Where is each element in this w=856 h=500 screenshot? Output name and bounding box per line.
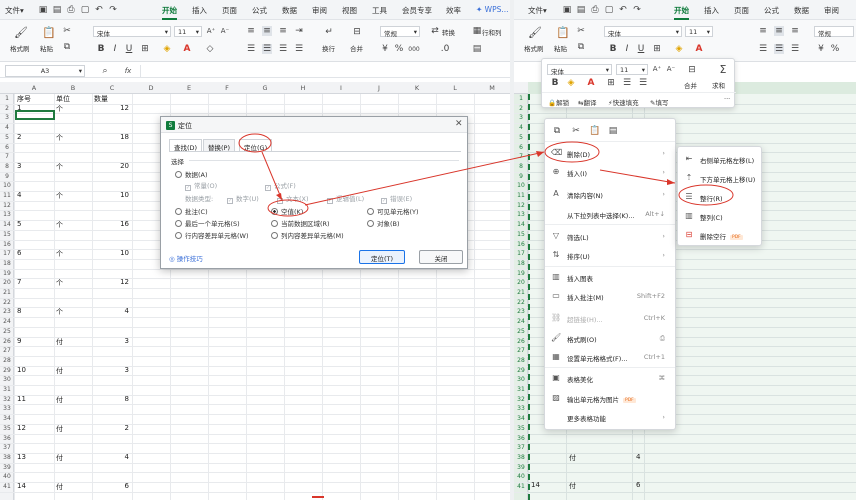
highlight-goto-tab (238, 133, 272, 153)
arrow-head (536, 151, 544, 157)
highlight-delete-item (544, 141, 600, 163)
annotation-overlay (238, 133, 734, 217)
arrow-delete-to-row (599, 169, 676, 184)
highlight-entire-row (678, 184, 734, 206)
arrow-tab-to-blank (261, 151, 283, 201)
highlight-blank-option (267, 199, 309, 217)
arrow-head (276, 193, 282, 200)
arrow-head (667, 179, 675, 185)
arrow-blank-to-delete (304, 151, 545, 206)
